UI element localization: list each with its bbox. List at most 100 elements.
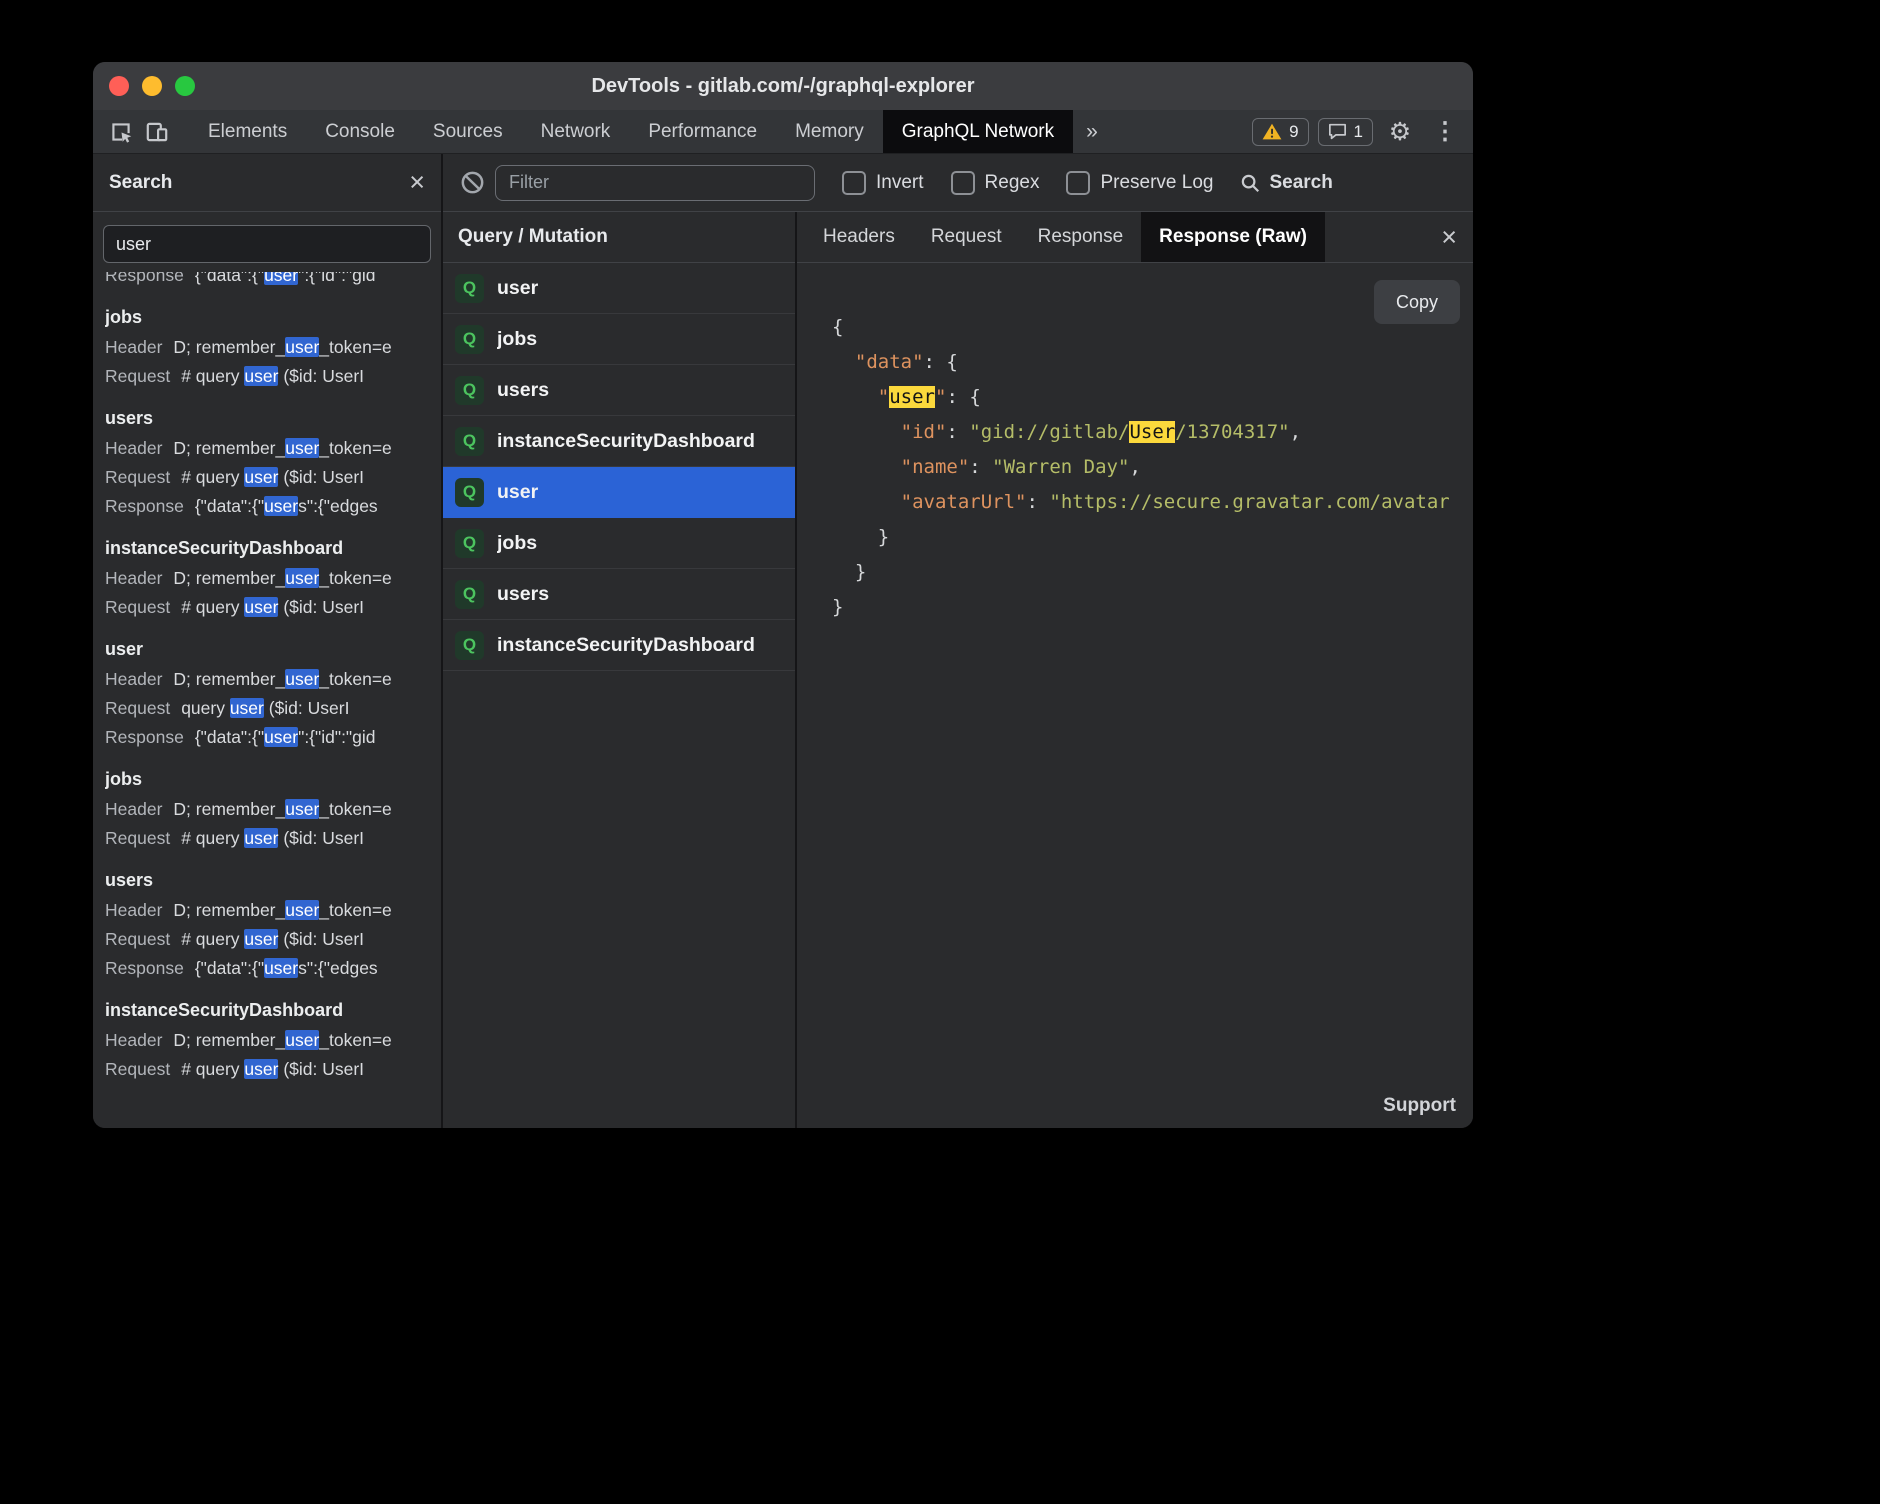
search-result-request[interactable]: Request# query user ($id: UserI (105, 463, 429, 492)
query-row-user[interactable]: Quser (443, 263, 795, 314)
query-type-badge: Q (455, 325, 484, 354)
search-result-request[interactable]: Request# query user ($id: UserI (105, 824, 429, 853)
search-result-label: Header (105, 799, 162, 819)
detail-tab-response[interactable]: Response (1020, 212, 1142, 262)
checkbox-box-invert[interactable] (842, 171, 866, 195)
json-line: "name": "Warren Day", (832, 450, 1473, 485)
highlighted-match: user (889, 386, 935, 408)
kebab-menu-icon[interactable]: ⋮ (1427, 114, 1463, 150)
search-result-request[interactable]: Request# query user ($id: UserI (105, 925, 429, 954)
search-result-header[interactable]: HeaderD; remember_user_token=e (105, 434, 429, 463)
inspect-element-icon[interactable] (103, 114, 139, 150)
screen: DevTools - gitlab.com/-/graphql-explorer… (0, 0, 1880, 1504)
more-tabs-chevron[interactable]: » (1073, 120, 1111, 144)
query-row-user[interactable]: Quser (443, 467, 795, 518)
warnings-badge[interactable]: 9 (1252, 118, 1308, 146)
search-match: user (285, 568, 319, 588)
query-type-badge: Q (455, 274, 484, 303)
checkbox-regex[interactable]: Regex (951, 171, 1040, 195)
query-list: QuserQjobsQusersQinstanceSecurityDashboa… (443, 263, 795, 1128)
devtools-tab-graphql-network[interactable]: GraphQL Network (883, 110, 1073, 153)
devtools-tab-elements[interactable]: Elements (189, 110, 306, 153)
query-label: users (497, 379, 549, 402)
query-label: instanceSecurityDashboard (497, 430, 755, 453)
json-line: } (832, 520, 1473, 555)
search-result-response[interactable]: Response{"data":{"user":{"id":"gid (105, 272, 429, 290)
json-line: "data": { (832, 345, 1473, 380)
search-result-request[interactable]: Request# query user ($id: UserI (105, 593, 429, 622)
toolbar-search[interactable]: Search (1239, 172, 1332, 194)
support-link[interactable]: Support (1383, 1095, 1456, 1117)
detail-tab-response-raw[interactable]: Response (Raw) (1141, 212, 1325, 262)
search-result-label: Header (105, 438, 162, 458)
checkbox-invert[interactable]: Invert (842, 171, 924, 195)
issues-badge[interactable]: 1 (1318, 118, 1373, 146)
devtools-tab-console[interactable]: Console (306, 110, 414, 153)
search-match: user (244, 1059, 278, 1079)
search-result-response[interactable]: Response{"data":{"users":{"edges (105, 492, 429, 521)
window-title: DevTools - gitlab.com/-/graphql-explorer (591, 75, 974, 98)
query-row-instancesecuritydashboard[interactable]: QinstanceSecurityDashboard (443, 620, 795, 671)
query-type-badge: Q (455, 580, 484, 609)
copy-button[interactable]: Copy (1374, 280, 1460, 324)
search-input[interactable] (103, 225, 431, 263)
search-result-header[interactable]: HeaderD; remember_user_token=e (105, 665, 429, 694)
panels: Query / Mutation QuserQjobsQusersQinstan… (443, 212, 1473, 1128)
close-search-icon[interactable]: × (409, 169, 425, 196)
checkbox-box-preserve-log[interactable] (1066, 171, 1090, 195)
device-toolbar-icon[interactable] (139, 114, 175, 150)
search-result-response[interactable]: Response{"data":{"users":{"edges (105, 954, 429, 983)
checkbox-preserve-log[interactable]: Preserve Log (1066, 171, 1213, 195)
search-match: user (264, 958, 298, 978)
message-bubble-icon (1328, 123, 1347, 140)
checkbox-label: Regex (985, 172, 1040, 194)
close-window-button[interactable] (109, 76, 129, 96)
settings-gear-icon[interactable]: ⚙ (1382, 114, 1418, 150)
query-label: instanceSecurityDashboard (497, 634, 755, 657)
devtools-tab-performance[interactable]: Performance (629, 110, 776, 153)
query-label: jobs (497, 532, 537, 555)
detail-tab-request[interactable]: Request (913, 212, 1020, 262)
search-panel: Search × Response{"data":{"user":{"id":"… (93, 154, 443, 1128)
traffic-lights (109, 62, 195, 110)
filter-input[interactable] (495, 165, 815, 201)
search-result-header[interactable]: HeaderD; remember_user_token=e (105, 333, 429, 362)
fullscreen-window-button[interactable] (175, 76, 195, 96)
search-match: user (244, 828, 278, 848)
close-detail-icon[interactable]: × (1425, 224, 1473, 251)
search-result-heading: instanceSecurityDashboard (105, 995, 429, 1026)
json-view: { "data": { "user": { "id": "gid://gitla… (832, 310, 1473, 625)
devtools-tab-memory[interactable]: Memory (776, 110, 883, 153)
highlighted-match: User (1129, 421, 1175, 443)
search-result-request[interactable]: Request# query user ($id: UserI (105, 362, 429, 391)
query-row-instancesecuritydashboard[interactable]: QinstanceSecurityDashboard (443, 416, 795, 467)
search-result-heading: user (105, 634, 429, 665)
minimize-window-button[interactable] (142, 76, 162, 96)
clear-icon[interactable] (455, 166, 489, 200)
checkbox-box-regex[interactable] (951, 171, 975, 195)
search-result-header[interactable]: HeaderD; remember_user_token=e (105, 896, 429, 925)
query-row-jobs[interactable]: Qjobs (443, 314, 795, 365)
detail-tabs: HeadersRequestResponseResponse (Raw) × (797, 212, 1473, 263)
search-result-label: Header (105, 568, 162, 588)
search-result-request[interactable]: Requestquery user ($id: UserI (105, 694, 429, 723)
search-match: user (285, 1030, 319, 1050)
search-match: user (285, 900, 319, 920)
search-result-label: Request (105, 467, 170, 487)
search-result-header[interactable]: HeaderD; remember_user_token=e (105, 564, 429, 593)
devtools-tab-sources[interactable]: Sources (414, 110, 522, 153)
query-row-users[interactable]: Qusers (443, 365, 795, 416)
search-result-header[interactable]: HeaderD; remember_user_token=e (105, 795, 429, 824)
detail-tab-headers[interactable]: Headers (805, 212, 913, 262)
graphql-network-panel: InvertRegexPreserve Log Search Query / M… (443, 154, 1473, 1128)
search-result-request[interactable]: Request# query user ($id: UserI (105, 1055, 429, 1084)
query-row-jobs[interactable]: Qjobs (443, 518, 795, 569)
search-match: user (230, 698, 264, 718)
search-result-label: Header (105, 337, 162, 357)
search-result-heading: jobs (105, 764, 429, 795)
search-result-response[interactable]: Response{"data":{"user":{"id":"gid (105, 723, 429, 752)
search-result-header[interactable]: HeaderD; remember_user_token=e (105, 1026, 429, 1055)
devtools-tab-network[interactable]: Network (522, 110, 630, 153)
network-toolbar: Invert Regex Preserve Log Search (443, 154, 1473, 212)
query-row-users[interactable]: Qusers (443, 569, 795, 620)
